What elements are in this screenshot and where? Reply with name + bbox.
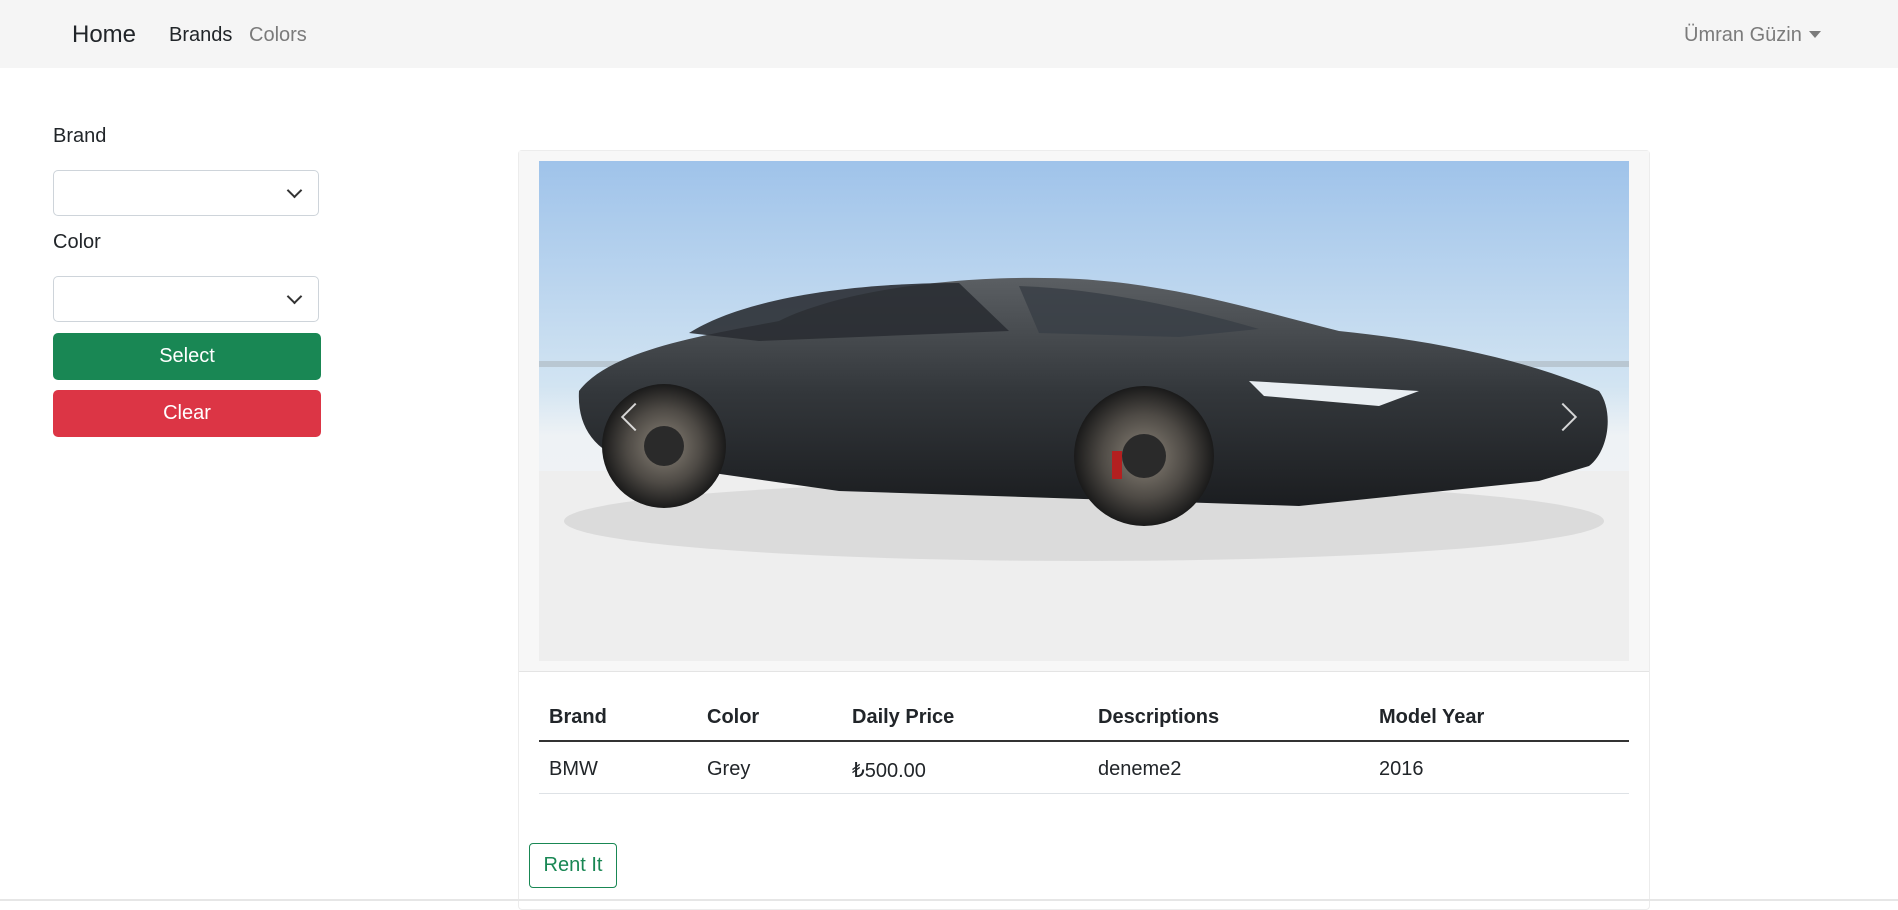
column-header-descriptions: Descriptions	[1098, 706, 1220, 728]
chevron-down-icon	[286, 182, 303, 199]
column-header-daily-price: Daily Price	[852, 706, 955, 728]
car-detail-card: Brand Color Daily Price Descriptions Mod…	[518, 150, 1650, 910]
column-header-brand: Brand	[549, 706, 607, 728]
table-cell-color: Grey	[707, 758, 751, 780]
nav-brands-link[interactable]: Brands	[169, 24, 232, 47]
home-link[interactable]: Home	[72, 21, 136, 49]
color-label: Color	[53, 231, 101, 253]
table-cell-daily-price: ₺500.00	[852, 760, 926, 782]
clear-button[interactable]: Clear	[53, 390, 321, 437]
car-image	[539, 161, 1629, 661]
table-row-divider	[539, 793, 1629, 794]
table-cell-brand: BMW	[549, 758, 598, 780]
image-carousel	[519, 151, 1649, 672]
user-menu[interactable]: Ümran Güzin	[1684, 24, 1802, 47]
brand-label: Brand	[53, 125, 107, 147]
table-cell-model-year: 2016	[1379, 758, 1424, 780]
brand-select[interactable]	[53, 170, 319, 216]
nav-colors-link[interactable]: Colors	[249, 24, 307, 47]
dropdown-caret-icon[interactable]	[1809, 31, 1821, 38]
rent-it-button[interactable]: Rent It	[529, 843, 617, 888]
column-header-color: Color	[707, 706, 760, 728]
color-select[interactable]	[53, 276, 319, 322]
top-navbar: Home Brands Colors Ümran Güzin	[0, 0, 1898, 68]
column-header-model-year: Model Year	[1379, 706, 1485, 728]
table-cell-descriptions: deneme2	[1098, 758, 1182, 780]
table-header-divider	[539, 740, 1629, 742]
select-button[interactable]: Select	[53, 333, 321, 380]
chevron-down-icon	[286, 288, 303, 305]
